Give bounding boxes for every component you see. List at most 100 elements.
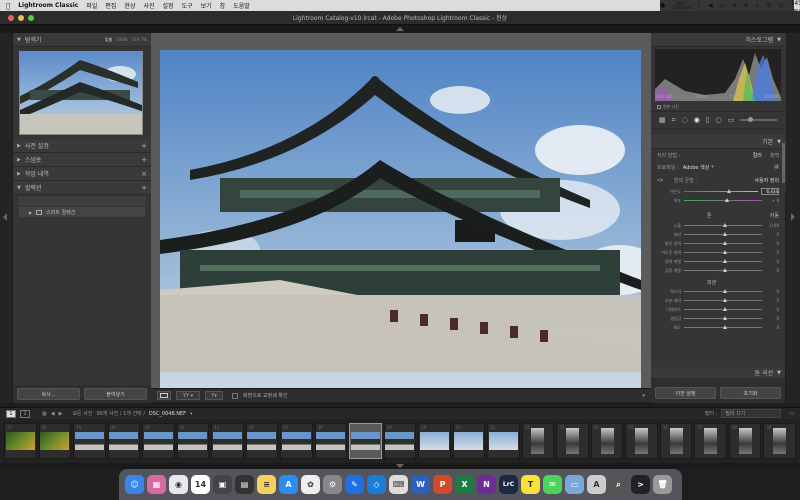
treatment-color-button[interactable]: 컬러 <box>753 152 762 159</box>
grid-overlay-icon[interactable]: ▦ <box>659 116 666 124</box>
filmstrip-thumbnail[interactable]: 56 <box>659 423 693 459</box>
tint-slider[interactable] <box>684 198 762 202</box>
presence-slider-value[interactable]: 0 <box>765 298 779 303</box>
presence-slider-slider[interactable] <box>684 289 762 293</box>
powerpoint-icon[interactable]: P <box>433 475 452 494</box>
filmstrip-thumbnail[interactable]: 53 <box>556 423 589 459</box>
top-panel-toggle[interactable] <box>0 25 800 33</box>
menu-view[interactable]: 보기 <box>201 1 212 10</box>
graduated-filter-icon[interactable]: ▯ <box>706 116 710 124</box>
notes-icon[interactable]: ≡ <box>257 475 276 494</box>
original-checkbox[interactable] <box>657 105 661 109</box>
slider-thumb[interactable] <box>723 307 727 311</box>
temp-slider[interactable] <box>684 189 758 193</box>
slider-thumb[interactable] <box>723 223 727 227</box>
menu-help[interactable]: 도움말 <box>233 1 250 10</box>
tone-slider-value[interactable]: 0 <box>765 259 779 264</box>
page-1-button[interactable]: 1 <box>6 409 16 418</box>
eyedropper-icon[interactable]: ✑ <box>657 176 664 185</box>
messages-icon[interactable]: ✉ <box>543 475 562 494</box>
page-2-button[interactable]: 2 <box>20 409 30 418</box>
presets-header[interactable]: ▶ 사전 설정 + <box>13 139 151 153</box>
screenshot-icon[interactable]: ▣ <box>213 475 232 494</box>
temperature-monitor[interactable]: 60°C 3507rpm <box>672 1 690 10</box>
tone-slider-slider[interactable] <box>684 268 762 272</box>
filmstrip-thumbnail[interactable]: 43 <box>211 423 244 459</box>
calculator-icon[interactable]: ▤ <box>235 475 254 494</box>
basic-header[interactable]: 기본 ▼ <box>651 135 785 149</box>
navigator-header[interactable]: ▼ 탐색기 맞춤 100% 419.7% <box>13 33 151 47</box>
filmstrip-thumbnail[interactable]: 45 <box>280 423 313 459</box>
filter-select[interactable]: 필터 끄기 <box>721 409 782 418</box>
photos-icon[interactable]: ✿ <box>301 475 320 494</box>
calendar-icon[interactable]: 14 <box>191 475 210 494</box>
reset-button[interactable]: 초기화 <box>720 387 781 399</box>
slider-thumb[interactable] <box>723 316 727 320</box>
filmstrip-thumbnail[interactable]: 38 <box>38 423 72 459</box>
radial-filter-icon[interactable]: ○ <box>716 116 722 124</box>
compare-view-button[interactable]: Y▾ <box>205 391 223 400</box>
filmstrip-thumbnail[interactable]: 51 <box>487 423 520 459</box>
tone-slider-slider[interactable] <box>684 250 762 254</box>
previous-settings-button[interactable]: 이전 설정 <box>655 387 716 399</box>
filmstrip-thumbnail[interactable]: 50 <box>452 423 486 459</box>
tone-curve-header[interactable]: 톤 곡선 ▼ <box>651 367 785 379</box>
brush-icon[interactable]: ▭ <box>728 116 735 124</box>
word-icon[interactable]: W <box>411 475 430 494</box>
paste-button[interactable]: 붙여넣기 <box>84 388 147 400</box>
preview-icon[interactable]: ▭ <box>565 475 584 494</box>
histogram-header[interactable]: 히스토그램 ▼ <box>651 33 785 47</box>
slider-thumb[interactable] <box>723 289 727 293</box>
tone-slider-slider[interactable] <box>684 241 762 245</box>
tone-slider-slider[interactable] <box>684 232 762 236</box>
filmstrip-thumbnail[interactable]: 39 <box>73 423 106 459</box>
menu-develop[interactable]: 현상 <box>124 1 135 10</box>
close-window-icon[interactable] <box>8 15 14 21</box>
histogram[interactable]: ISO 100 30mm f / 8.0 1/400초 <box>655 49 781 101</box>
crop-icon[interactable]: ⌗ <box>672 116 676 125</box>
temp-value[interactable]: 6,434 <box>761 188 779 195</box>
filmstrip-thumbnail[interactable]: 48 <box>383 423 417 459</box>
filmstrip-thumbnail[interactable]: 57 <box>694 423 727 459</box>
profile-select[interactable]: Adobe 색상 <box>683 164 710 171</box>
soft-proof-checkbox[interactable] <box>232 392 238 399</box>
presence-slider-value[interactable]: 0 <box>765 307 779 312</box>
presence-slider-value[interactable]: 0 <box>765 316 779 321</box>
scrollbar[interactable] <box>782 143 785 183</box>
add-collection-icon[interactable]: + <box>141 184 147 192</box>
menu-settings[interactable]: 설정 <box>163 1 174 10</box>
menu-tools[interactable]: 도구 <box>182 1 193 10</box>
clear-history-icon[interactable]: × <box>141 170 147 178</box>
wb-select[interactable]: 사용자 정의 <box>754 177 779 184</box>
launchpad-icon[interactable]: ▦ <box>147 475 166 494</box>
excel-icon[interactable]: X <box>455 475 474 494</box>
filmstrip-thumbnail[interactable]: 47 <box>349 423 382 459</box>
volume-icon[interactable]: ◀ <box>708 2 713 9</box>
filmstrip-thumbnail[interactable]: 49 <box>418 423 451 459</box>
presence-slider-value[interactable]: 0 <box>765 289 779 294</box>
slider-thumb[interactable] <box>724 198 729 202</box>
menu-file[interactable]: 파일 <box>86 1 97 10</box>
filmstrip-thumbnail[interactable]: 44 <box>245 423 279 459</box>
add-snapshot-icon[interactable]: + <box>141 156 147 164</box>
presence-slider-slider[interactable] <box>684 325 762 329</box>
zoom-fit[interactable]: 맞춤 <box>105 37 112 43</box>
wifi-icon[interactable]: ≋ <box>744 2 749 9</box>
slider-thumb[interactable] <box>723 250 727 254</box>
slider-thumb[interactable] <box>723 298 727 302</box>
tone-slider-value[interactable]: 0.00 <box>765 223 779 228</box>
before-after-button[interactable]: YY ▾ <box>176 391 200 400</box>
slider-thumb[interactable] <box>723 241 727 245</box>
vscode-icon[interactable]: ◇ <box>367 475 386 494</box>
menu-window[interactable]: 창 <box>220 1 226 10</box>
menu-photo[interactable]: 사진 <box>143 1 154 10</box>
filmstrip-thumbnail[interactable]: 42 <box>176 423 210 459</box>
loupe-view-button[interactable] <box>157 391 171 400</box>
trash-icon[interactable]: 🗑 <box>653 475 672 494</box>
add-preset-icon[interactable]: + <box>141 142 147 150</box>
main-photo[interactable] <box>160 50 641 401</box>
zoom-100[interactable]: 100% <box>116 37 127 43</box>
presence-slider-slider[interactable] <box>684 307 762 311</box>
collections-header[interactable]: ▼ 컬렉션 + <box>13 181 151 195</box>
filmstrip-thumbnail[interactable]: 52 <box>521 423 555 459</box>
